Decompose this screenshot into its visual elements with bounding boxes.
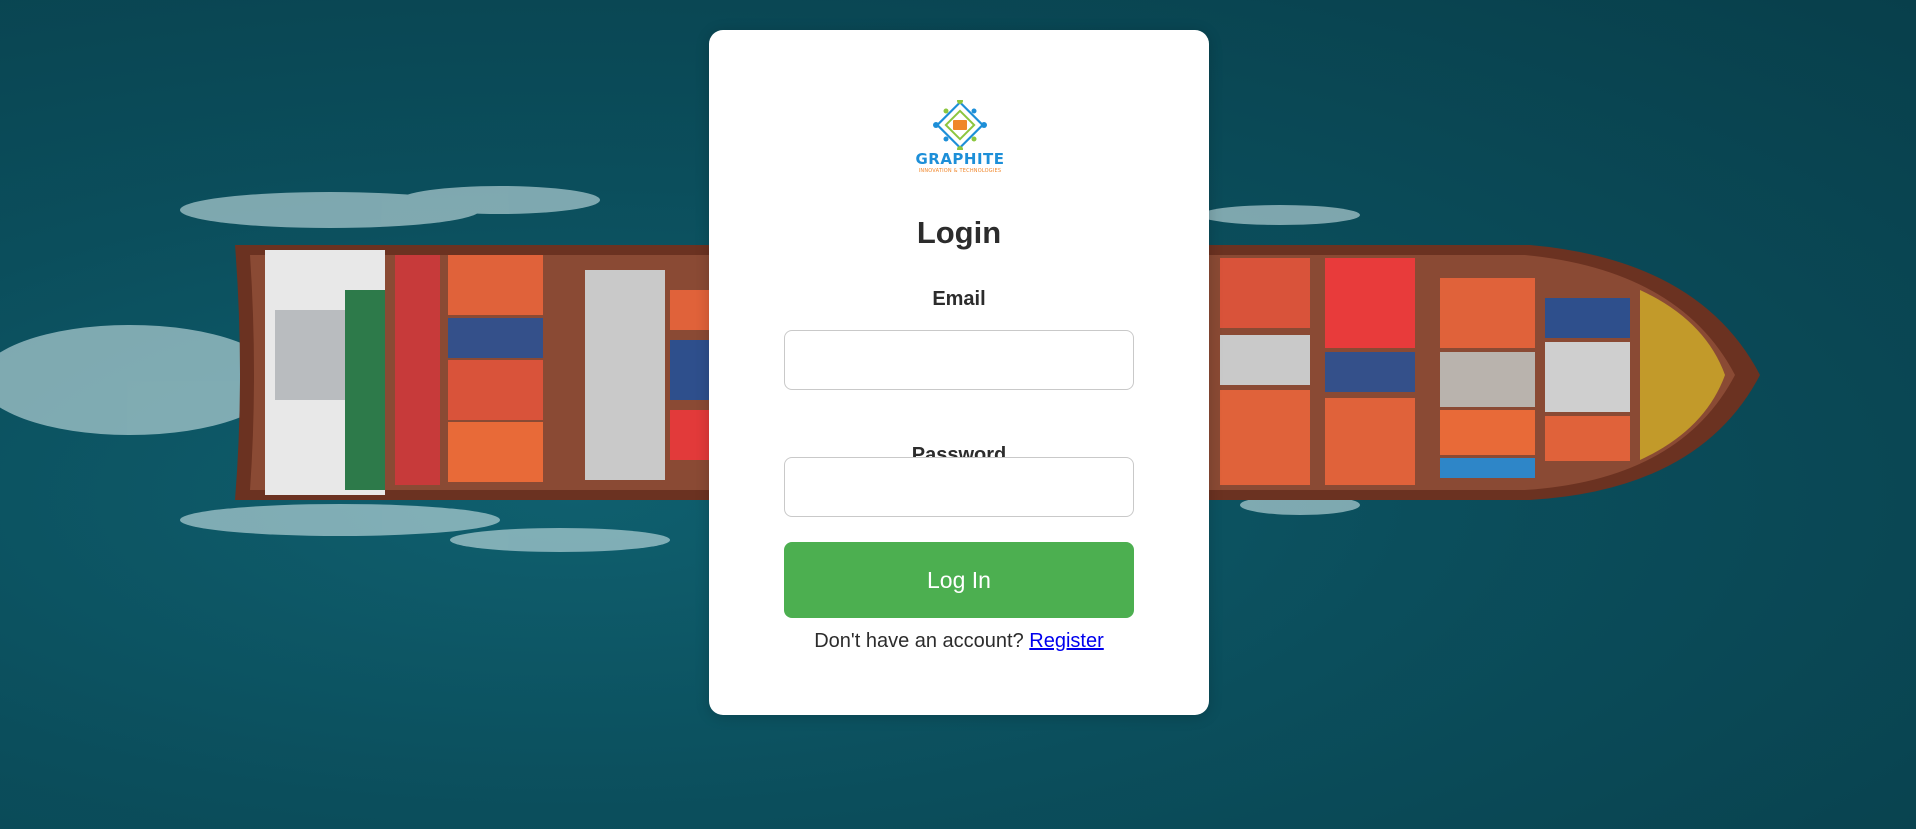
page-title: Login bbox=[916, 215, 1002, 250]
email-field[interactable] bbox=[784, 330, 1134, 390]
login-card: GRAPHITE INNOVATION & TECHNOLOGIES Login… bbox=[709, 30, 1209, 715]
logo-tagline: INNOVATION & TECHNOLOGIES bbox=[918, 168, 1002, 174]
register-link[interactable]: Register bbox=[1029, 630, 1103, 652]
email-label: Email bbox=[932, 288, 986, 310]
logo-name: GRAPHITE bbox=[915, 150, 1005, 168]
password-field[interactable] bbox=[784, 457, 1134, 517]
login-button[interactable]: Log In bbox=[784, 542, 1134, 618]
graphite-logo: GRAPHITE INNOVATION & TECHNOLOGIES bbox=[912, 98, 1008, 212]
circuit-diamond-icon bbox=[933, 98, 987, 152]
register-prompt-text: Don't have an account? bbox=[814, 630, 1024, 652]
register-prompt: Don't have an account? Register bbox=[709, 630, 1209, 653]
